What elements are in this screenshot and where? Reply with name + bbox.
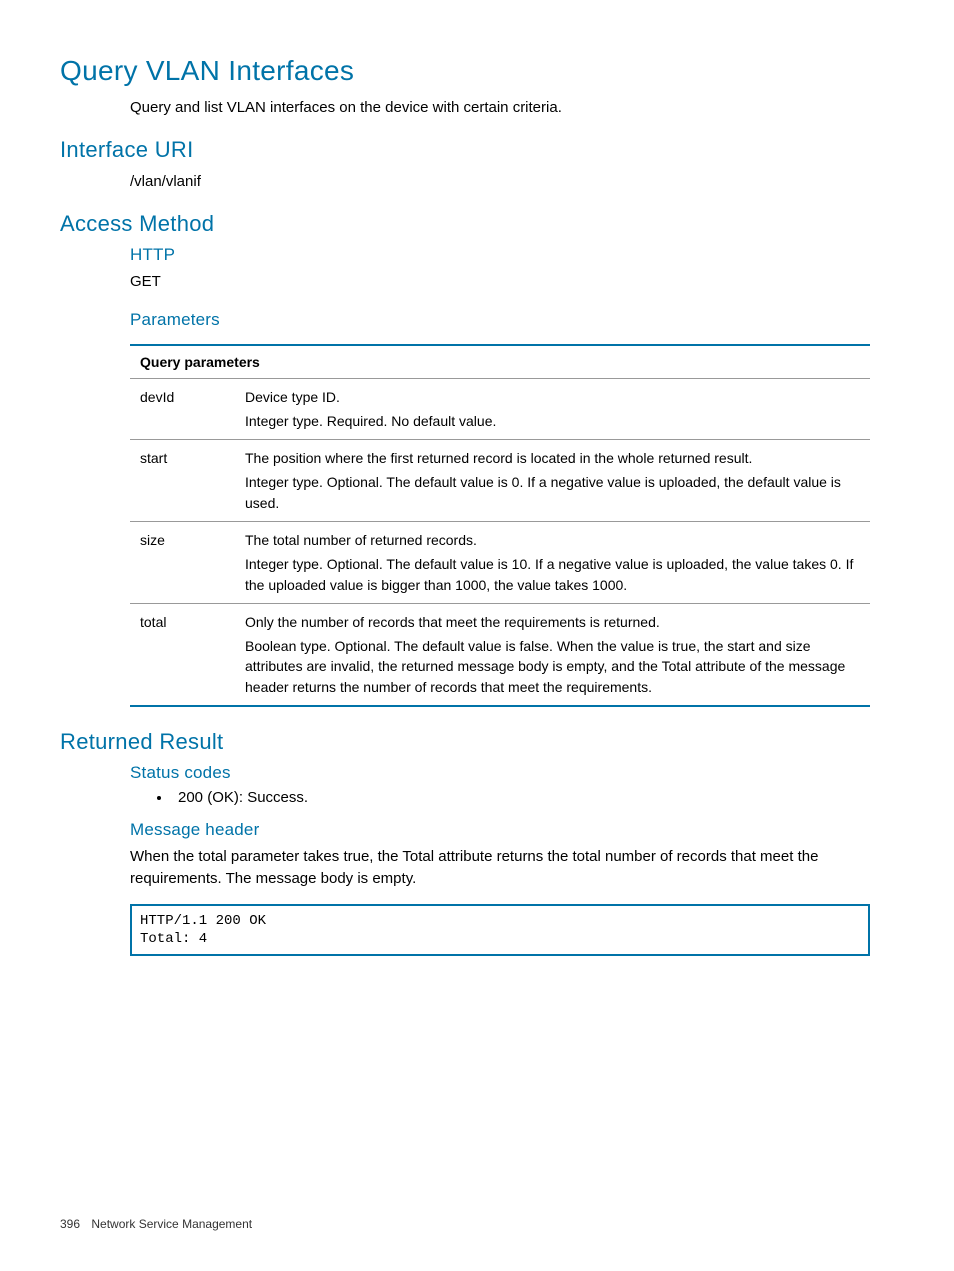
page-title: Query VLAN Interfaces <box>60 55 894 87</box>
http-heading: HTTP <box>130 245 894 265</box>
param-desc-line: Only the number of records that meet the… <box>245 612 860 632</box>
returned-result-heading: Returned Result <box>60 729 894 755</box>
table-row: size The total number of returned record… <box>130 521 870 603</box>
access-method-heading: Access Method <box>60 211 894 237</box>
param-desc: The total number of returned records. In… <box>235 521 870 603</box>
page-number: 396 <box>60 1217 80 1231</box>
table-row: devId Device type ID. Integer type. Requ… <box>130 378 870 440</box>
query-parameters-table: Query parameters devId Device type ID. I… <box>130 344 870 708</box>
table-header: Query parameters <box>130 345 870 379</box>
table-row: total Only the number of records that me… <box>130 603 870 706</box>
message-header-text: When the total parameter takes true, the… <box>130 846 894 890</box>
status-codes-list: 200 (OK): Success. <box>160 789 894 806</box>
param-name: start <box>130 440 235 522</box>
code-block: HTTP/1.1 200 OK Total: 4 <box>130 904 870 956</box>
status-codes-heading: Status codes <box>130 763 894 783</box>
param-name: size <box>130 521 235 603</box>
interface-uri-value: /vlan/vlanif <box>130 171 894 193</box>
http-method: GET <box>130 271 894 292</box>
message-header-heading: Message header <box>130 820 894 840</box>
param-name: devId <box>130 378 235 440</box>
parameters-heading: Parameters <box>130 310 894 330</box>
param-desc: The position where the first returned re… <box>235 440 870 522</box>
param-desc-line: Integer type. Optional. The default valu… <box>245 554 860 595</box>
param-desc-line: Device type ID. <box>245 387 860 407</box>
status-code-item: 200 (OK): Success. <box>172 789 894 806</box>
param-desc: Only the number of records that meet the… <box>235 603 870 706</box>
param-desc-line: Integer type. Required. No default value… <box>245 411 860 431</box>
param-desc-line: The total number of returned records. <box>245 530 860 550</box>
param-desc: Device type ID. Integer type. Required. … <box>235 378 870 440</box>
param-desc-line: Boolean type. Optional. The default valu… <box>245 636 860 697</box>
param-name: total <box>130 603 235 706</box>
footer-section: Network Service Management <box>91 1217 252 1231</box>
param-desc-line: The position where the first returned re… <box>245 448 860 468</box>
intro-text: Query and list VLAN interfaces on the de… <box>130 97 894 119</box>
interface-uri-heading: Interface URI <box>60 137 894 163</box>
table-row: start The position where the first retur… <box>130 440 870 522</box>
param-desc-line: Integer type. Optional. The default valu… <box>245 472 860 513</box>
page-footer: 396 Network Service Management <box>60 1217 252 1231</box>
